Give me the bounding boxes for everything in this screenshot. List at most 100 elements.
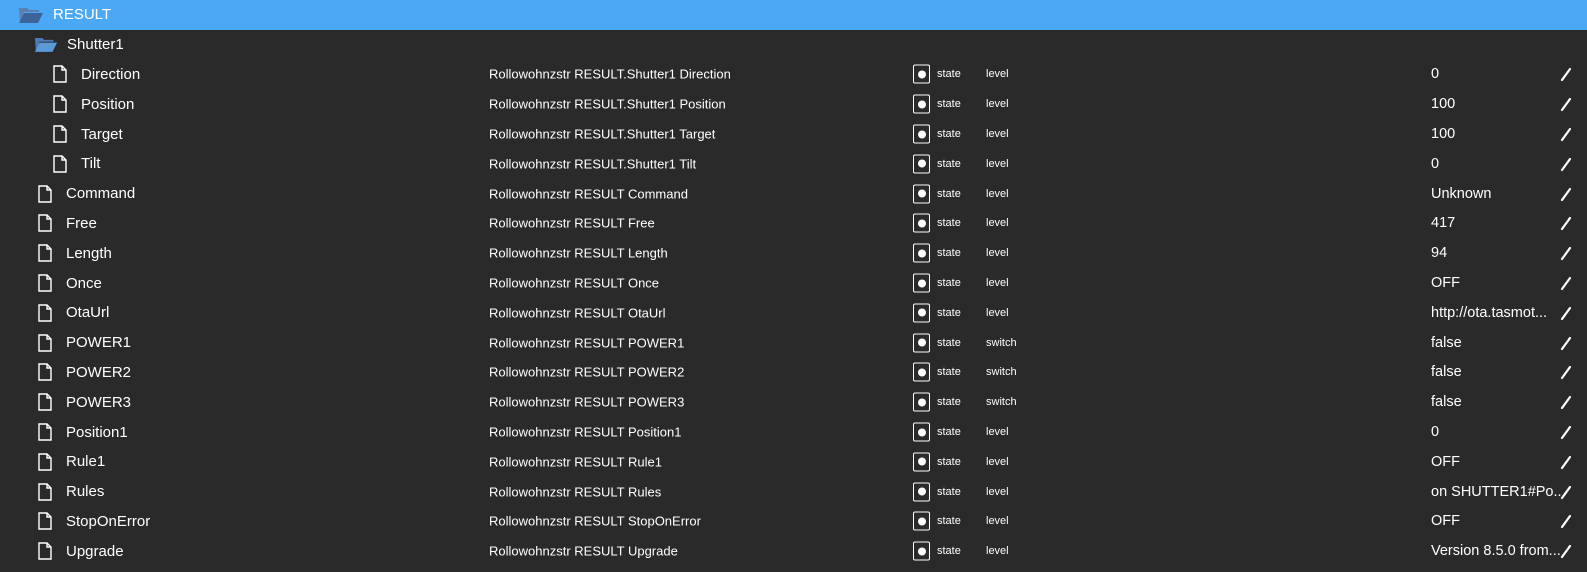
state-value[interactable]: 0 <box>1431 424 1439 440</box>
edit-icon[interactable] <box>1560 126 1572 142</box>
state-description: Rollowohnzstr RESULT.Shutter1 Position <box>489 96 726 112</box>
state-type-icon <box>913 392 930 412</box>
state-role: level <box>986 217 1009 230</box>
edit-icon[interactable] <box>1560 96 1572 112</box>
state-value[interactable]: 417 <box>1431 215 1455 231</box>
state-value[interactable]: http://ota.tasmot... <box>1431 305 1547 321</box>
state-role: level <box>986 545 1009 558</box>
result-folder-label: RESULT <box>53 6 112 24</box>
state-description: Rollowohnzstr RESULT Rule1 <box>489 454 662 470</box>
state-row[interactable]: POWER3 Rollowohnzstr RESULT POWER3 state sw… <box>0 387 1587 417</box>
state-value[interactable]: 0 <box>1431 66 1439 82</box>
edit-icon[interactable] <box>1560 484 1572 500</box>
edit-icon[interactable] <box>1560 513 1572 529</box>
edit-icon[interactable] <box>1560 305 1572 321</box>
state-row[interactable]: OtaUrl Rollowohnzstr RESULT OtaUrl state le… <box>0 298 1587 328</box>
state-row[interactable]: Free Rollowohnzstr RESULT Free state level 4… <box>0 209 1587 239</box>
state-value[interactable]: 0 <box>1431 156 1439 172</box>
state-value[interactable]: OFF <box>1431 454 1460 470</box>
edit-icon[interactable] <box>1560 215 1572 231</box>
file-icon <box>38 363 52 382</box>
folder-open-icon[interactable] <box>34 36 58 53</box>
state-name-cell: Command <box>38 179 135 209</box>
state-row[interactable]: Target Rollowohnzstr RESULT.Shutter1 Targ… <box>0 119 1587 149</box>
state-value[interactable]: false <box>1431 394 1462 410</box>
state-name: Length <box>66 244 112 262</box>
tree-row-shutter1-folder[interactable]: Shutter1 <box>0 30 1587 60</box>
edit-icon[interactable] <box>1560 66 1572 82</box>
edit-icon[interactable] <box>1560 335 1572 351</box>
state-type: state <box>937 68 961 81</box>
state-value[interactable]: OFF <box>1431 513 1460 529</box>
edit-icon[interactable] <box>1560 186 1572 202</box>
state-name-cell: Position <box>53 89 134 119</box>
edit-icon[interactable] <box>1560 275 1572 291</box>
state-role: level <box>986 247 1009 260</box>
state-value[interactable]: on SHUTTER1#Po... <box>1431 484 1561 500</box>
state-value[interactable]: false <box>1431 364 1462 380</box>
folder-open-icon[interactable] <box>18 6 44 24</box>
state-row[interactable]: Once Rollowohnzstr RESULT Once state level O… <box>0 268 1587 298</box>
edit-icon[interactable] <box>1560 245 1572 261</box>
state-name: Upgrade <box>66 542 124 560</box>
state-description: Rollowohnzstr RESULT StopOnError <box>489 513 701 529</box>
state-role: level <box>986 455 1009 468</box>
file-icon <box>38 482 52 501</box>
state-row[interactable]: POWER2 Rollowohnzstr RESULT POWER2 state sw… <box>0 358 1587 388</box>
state-row[interactable]: Rules Rollowohnzstr RESULT Rules state leve… <box>0 477 1587 507</box>
state-role: switch <box>986 336 1017 349</box>
state-description: Rollowohnzstr RESULT.Shutter1 Target <box>489 126 716 142</box>
state-row[interactable]: POWER1 Rollowohnzstr RESULT POWER1 state sw… <box>0 328 1587 358</box>
file-icon <box>38 453 52 471</box>
state-role: switch <box>986 396 1017 409</box>
state-type: state <box>937 545 961 558</box>
state-name-cell: Once <box>38 268 102 298</box>
state-row[interactable]: Command Rollowohnzstr RESULT Command state… <box>0 179 1587 209</box>
state-row[interactable]: StopOnError Rollowohnzstr RESULT StopOnEr… <box>0 507 1587 537</box>
file-icon <box>53 65 67 84</box>
state-value[interactable]: 100 <box>1431 96 1455 112</box>
state-row[interactable]: Position Rollowohnzstr RESULT.Shutter1 Po… <box>0 89 1587 119</box>
state-type-icon <box>913 362 930 382</box>
edit-icon[interactable] <box>1560 156 1572 172</box>
state-value[interactable]: OFF <box>1431 275 1460 291</box>
state-row[interactable]: Direction Rollowohnzstr RESULT.Shutter1 D… <box>0 60 1587 90</box>
state-name-cell: Tilt <box>53 149 100 179</box>
file-icon <box>38 214 52 233</box>
state-name: Direction <box>81 65 141 83</box>
edit-icon[interactable] <box>1560 394 1572 410</box>
tree-row-result-folder[interactable]: RESULT <box>0 0 1587 30</box>
state-name-cell: POWER2 <box>38 358 131 388</box>
state-description: Rollowohnzstr RESULT Position1 <box>489 424 682 440</box>
edit-icon[interactable] <box>1560 364 1572 380</box>
state-value[interactable]: Version 8.5.0 from... <box>1431 543 1561 559</box>
state-value[interactable]: false <box>1431 335 1462 351</box>
state-type: state <box>937 515 961 528</box>
state-type-icon <box>913 333 930 353</box>
state-row[interactable]: Tilt Rollowohnzstr RESULT.Shutter1 Tilt st… <box>0 149 1587 179</box>
state-name: Rule1 <box>66 453 106 471</box>
edit-icon[interactable] <box>1560 424 1572 440</box>
state-role: level <box>986 187 1009 200</box>
edit-icon[interactable] <box>1560 543 1572 559</box>
state-name-cell: Free <box>38 209 97 239</box>
state-description: Rollowohnzstr RESULT Once <box>489 275 660 291</box>
state-type-icon <box>913 213 930 233</box>
edit-icon[interactable] <box>1560 454 1572 470</box>
state-row[interactable]: Length Rollowohnzstr RESULT Length state le… <box>0 238 1587 268</box>
file-icon <box>38 274 52 292</box>
state-type: state <box>937 485 961 498</box>
state-description: Rollowohnzstr RESULT Free <box>489 215 655 231</box>
state-row[interactable]: Position1 Rollowohnzstr RESULT Position1 s… <box>0 417 1587 447</box>
state-type-icon <box>913 154 930 174</box>
state-value[interactable]: 94 <box>1431 245 1447 261</box>
state-value[interactable]: 100 <box>1431 126 1455 142</box>
state-row[interactable]: Rule1 Rollowohnzstr RESULT Rule1 state leve… <box>0 447 1587 477</box>
state-name: Position <box>81 95 135 113</box>
state-rows: Direction Rollowohnzstr RESULT.Shutter1 D… <box>0 60 1587 567</box>
state-name: Tilt <box>81 155 101 173</box>
state-row[interactable]: Upgrade Rollowohnzstr RESULT Upgrade state… <box>0 536 1587 566</box>
state-value[interactable]: Unknown <box>1431 186 1491 202</box>
object-tree: RESULT Shutter1 Direction Rollowohnzstr R… <box>0 0 1587 572</box>
file-icon <box>38 244 52 262</box>
